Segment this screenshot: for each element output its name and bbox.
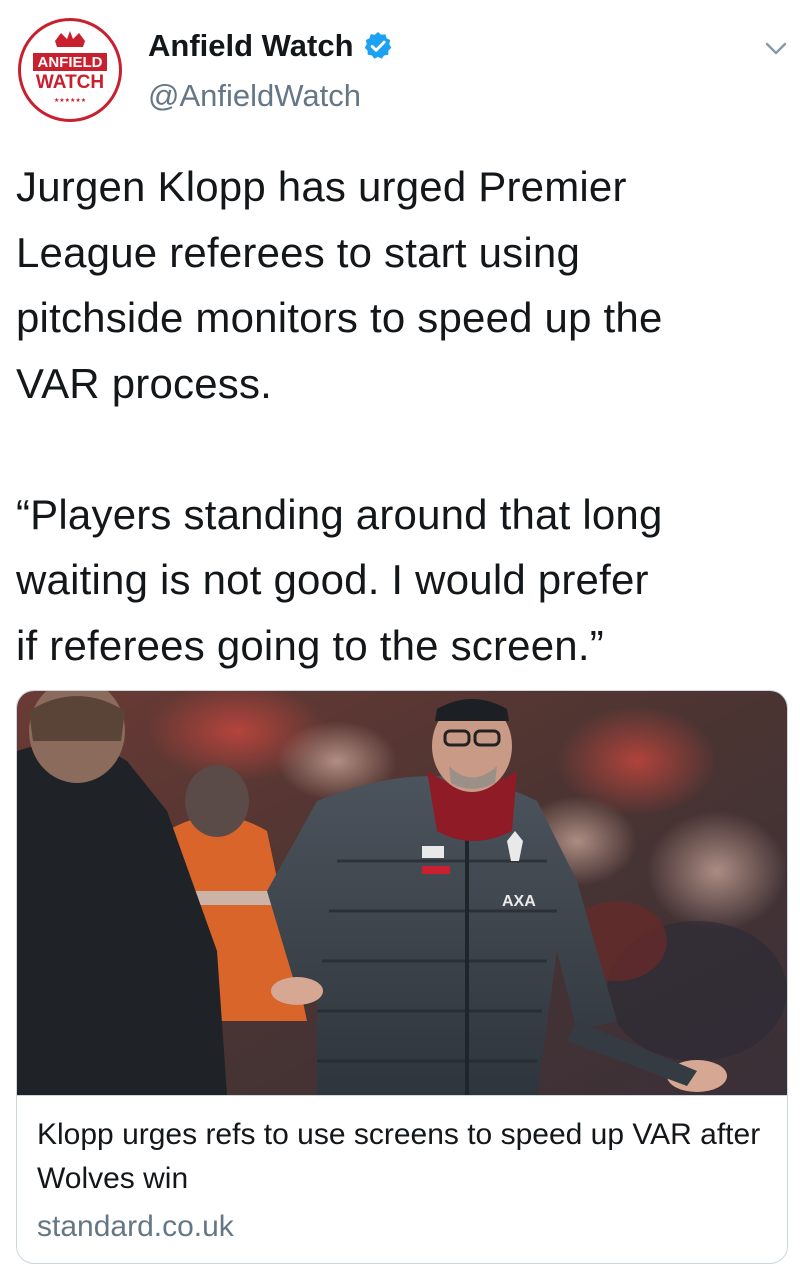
photo-klopp-touchline: AXA [17,691,787,1095]
avatar-text-bottom: WATCH [36,72,104,93]
author-name-row[interactable]: Anfield Watch [148,24,394,68]
tweet: ANFIELD WATCH ★★★★★★ Anfield Watch @Anfi… [0,0,800,1273]
link-card-image[interactable]: AXA [17,691,787,1095]
author-avatar[interactable]: ANFIELD WATCH ★★★★★★ [18,18,122,122]
link-card-domain[interactable]: standard.co.uk [37,1207,234,1247]
author-display-name[interactable]: Anfield Watch [148,28,354,64]
author-handle[interactable]: @AnfieldWatch [148,78,361,114]
avatar-logo: ANFIELD WATCH ★★★★★★ [24,24,116,116]
link-card-title[interactable]: Klopp urges refs to use screens to speed… [37,1113,767,1201]
avatar-text-top: ANFIELD [38,54,103,71]
tweet-text: Jurgen Klopp has urged Premier League re… [16,163,663,669]
verified-badge-icon [362,30,394,62]
link-card-divider [17,1095,787,1096]
svg-text:AXA: AXA [502,893,536,910]
chevron-down-icon[interactable] [762,34,790,62]
avatar-stars: ★★★★★★ [54,97,86,104]
link-card[interactable]: AXA Klopp urges refs to use screens to s… [16,690,788,1264]
